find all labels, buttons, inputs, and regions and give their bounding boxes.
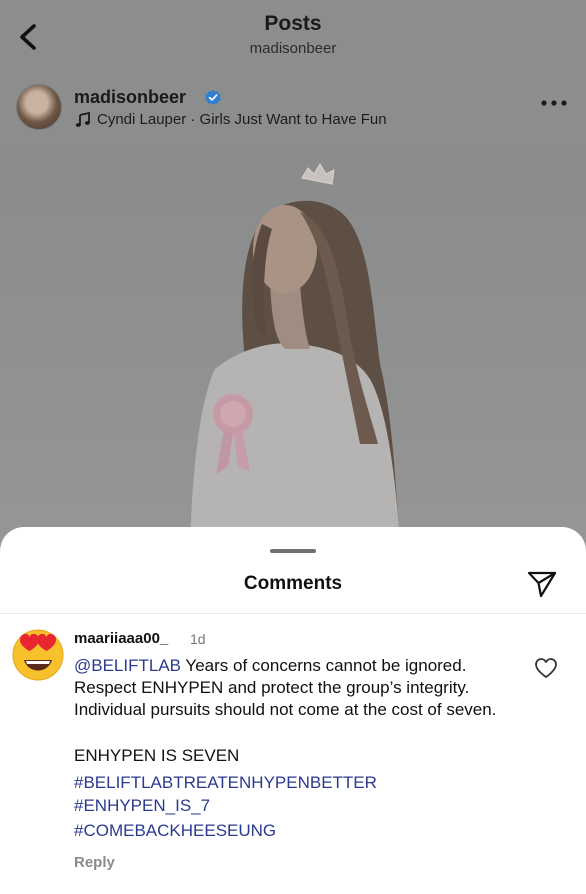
- comments-sheet: Comments maariiaaa00_ 1d @BELIFTLAB Year…: [0, 527, 586, 894]
- hashtag-link[interactable]: #ENHYPEN_IS_7: [74, 796, 210, 816]
- reply-button[interactable]: Reply: [74, 854, 115, 871]
- comment-timestamp: 1d: [190, 631, 206, 647]
- paper-plane-icon[interactable]: [526, 569, 558, 599]
- author-avatar[interactable]: [16, 84, 62, 130]
- verified-badge-icon: [205, 89, 221, 106]
- top-header: Posts madisonbeer: [0, 0, 586, 72]
- page-title: Posts: [264, 12, 322, 35]
- divider: [0, 613, 586, 614]
- post-header: madisonbeer Cyndi Lauper · Girls Just Wa…: [0, 72, 586, 144]
- hashtag-link[interactable]: #BELIFTLABTREATENHYPENBETTER: [74, 773, 377, 793]
- song-label[interactable]: Cyndi Lauper · Girls Just Want to Have F…: [97, 111, 387, 128]
- mention-link[interactable]: @BELIFTLAB: [74, 656, 181, 675]
- comment-text: @BELIFTLAB Years of concerns cannot be i…: [74, 655, 514, 721]
- page-subtitle: madisonbeer: [249, 40, 337, 57]
- heart-outline-icon[interactable]: [534, 657, 558, 679]
- comment-line: ENHYPEN IS SEVEN: [74, 746, 240, 765]
- drag-handle[interactable]: [270, 549, 316, 553]
- music-note-icon: [75, 112, 90, 127]
- author-username[interactable]: madisonbeer: [74, 87, 186, 108]
- ellipsis-icon[interactable]: [540, 98, 568, 108]
- photo-illustration: [190, 163, 400, 544]
- comments-title: Comments: [243, 573, 343, 594]
- heart-eyes-emoji[interactable]: [10, 626, 66, 682]
- post-photo[interactable]: [0, 144, 586, 544]
- comment-username[interactable]: maariiaaa00_: [74, 630, 168, 647]
- hashtag-link[interactable]: #COMEBACKHEESEUNG: [74, 821, 276, 841]
